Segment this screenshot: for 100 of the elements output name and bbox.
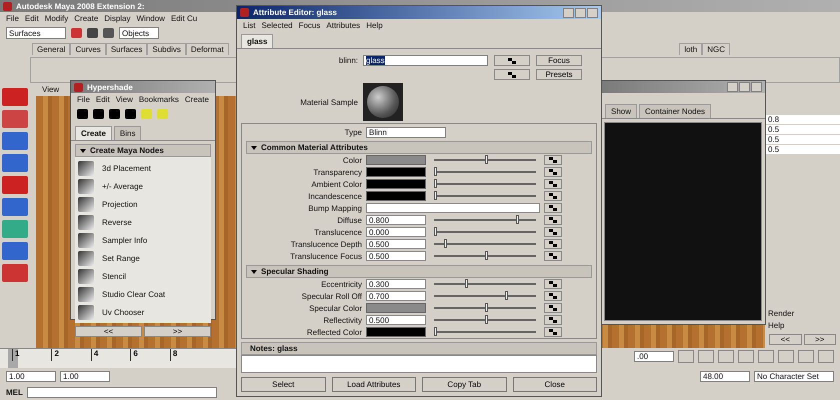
- shelf-tab[interactable]: NGC: [702, 43, 730, 55]
- presets-button[interactable]: Presets: [536, 69, 582, 80]
- window-title: Autodesk Maya 2008 Extension 2:: [16, 2, 144, 10]
- node-item[interactable]: 3d Placement: [102, 164, 151, 172]
- tab[interactable]: Bins: [114, 126, 142, 140]
- attribute-label: Color: [342, 156, 362, 164]
- menu-item[interactable]: Window: [136, 14, 165, 22]
- focus-button[interactable]: Focus: [536, 55, 582, 66]
- dialog-button[interactable]: Close: [512, 377, 597, 392]
- section-header[interactable]: Specular Shading: [246, 265, 592, 278]
- tab[interactable]: Create: [75, 126, 112, 140]
- panel-menu-item[interactable]: View: [42, 85, 60, 94]
- menu-item[interactable]: Focus: [298, 20, 320, 30]
- attribute-label: Reflected Color: [306, 328, 362, 336]
- nav-button[interactable]: <<: [75, 326, 142, 337]
- notes-header: Notes: glass: [241, 342, 597, 355]
- node-item[interactable]: +/- Average: [102, 182, 143, 190]
- menu-item[interactable]: Bookmarks: [138, 94, 179, 104]
- menu-item[interactable]: File: [6, 14, 19, 22]
- shelf-tab[interactable]: Surfaces: [106, 43, 148, 55]
- attribute-label: Ambient Color: [310, 180, 362, 188]
- tab[interactable]: glass: [241, 34, 274, 48]
- menu-item[interactable]: Help: [366, 20, 383, 30]
- nav-button[interactable]: >>: [144, 326, 211, 337]
- menu-set-dropdown[interactable]: Surfaces: [6, 27, 66, 39]
- shelf-tab[interactable]: Subdivs: [147, 43, 186, 55]
- command-label: MEL: [6, 388, 23, 396]
- value-field[interactable]: 0.500: [366, 251, 426, 261]
- menu-item[interactable]: Create: [74, 14, 98, 22]
- shelf-tab[interactable]: loth: [679, 43, 702, 55]
- value-field[interactable]: 0.700: [366, 291, 426, 301]
- tab[interactable]: Container Nodes: [639, 104, 712, 118]
- menu-item[interactable]: File: [77, 94, 90, 104]
- node-item[interactable]: Reverse: [102, 218, 132, 226]
- menu-item[interactable]: Display: [104, 14, 130, 22]
- attribute-label: Translucence Focus: [289, 252, 362, 260]
- material-sample-label: Material Sample: [299, 98, 359, 106]
- menu-item[interactable]: Edit Cu: [170, 14, 198, 22]
- value-field[interactable]: 0.300: [366, 279, 426, 289]
- node-item[interactable]: Stencil: [102, 272, 126, 280]
- node-item[interactable]: Sampler Info: [102, 236, 148, 244]
- dialog-button[interactable]: Load Attributes: [332, 377, 416, 392]
- attribute-label: Translucence: [313, 228, 362, 236]
- attribute-label: Incandescence: [307, 192, 362, 200]
- start-time-field[interactable]: 1.00: [6, 370, 56, 382]
- current-time-field[interactable]: .00: [634, 350, 674, 362]
- attribute-label: Reflectivity: [322, 316, 362, 324]
- section-header[interactable]: Create Maya Nodes: [75, 144, 211, 157]
- attribute-label: Translucence Depth: [290, 240, 362, 248]
- node-item[interactable]: Set Range: [102, 254, 140, 262]
- value-field[interactable]: 0.500: [366, 315, 426, 325]
- character-set-field[interactable]: No Character Set: [754, 370, 834, 382]
- value-field[interactable]: 0.800: [366, 215, 426, 225]
- menu-item[interactable]: Render: [765, 309, 840, 318]
- frame-tick: 6: [130, 349, 138, 361]
- node-name-field[interactable]: glass: [363, 55, 488, 66]
- nav-button[interactable]: <<: [769, 334, 802, 345]
- tab[interactable]: Show: [605, 104, 638, 118]
- attribute-label: Transparency: [312, 168, 362, 176]
- frame-tick: 1: [12, 349, 20, 361]
- selection-mode-field[interactable]: Objects: [119, 27, 159, 39]
- attribute-label: Specular Roll Off: [300, 292, 362, 300]
- dialog-button[interactable]: Copy Tab: [422, 377, 506, 392]
- menu-item[interactable]: Help: [765, 321, 840, 330]
- range-start-field[interactable]: 1.00: [60, 370, 110, 382]
- nav-button[interactable]: >>: [804, 334, 836, 345]
- shelf-tab[interactable]: Curves: [70, 43, 106, 55]
- menu-item[interactable]: List: [243, 20, 256, 30]
- attribute-label: Diffuse: [336, 216, 362, 224]
- attribute-label: Specular Color: [308, 304, 362, 312]
- menu-item[interactable]: Create: [184, 94, 209, 104]
- section-header[interactable]: Common Material Attributes: [246, 141, 592, 154]
- shelf-tab[interactable]: General: [32, 43, 70, 55]
- menu-item[interactable]: Edit: [24, 14, 39, 22]
- type-dropdown[interactable]: Blinn: [366, 126, 446, 138]
- menu-item[interactable]: Attributes: [326, 20, 360, 30]
- attribute-value: 0.5: [765, 145, 840, 154]
- attribute-label: Eccentricity: [320, 280, 362, 288]
- time-slider[interactable]: 1 2 4 6 8: [0, 348, 236, 368]
- menu-item[interactable]: Modify: [44, 14, 68, 22]
- type-label: Type: [344, 128, 362, 136]
- window-title: Hypershade: [87, 82, 133, 92]
- attribute-value: 0.8: [765, 115, 840, 124]
- attribute-label: Bump Mapping: [307, 204, 362, 212]
- attribute-value: 0.5: [765, 135, 840, 144]
- node-item[interactable]: Studio Clear Coat: [102, 290, 166, 298]
- node-type-label: blinn:: [338, 56, 359, 65]
- node-item[interactable]: Projection: [102, 200, 138, 208]
- menu-item[interactable]: View: [116, 94, 133, 104]
- dialog-button[interactable]: Select: [241, 377, 326, 392]
- menu-item[interactable]: Selected: [261, 20, 293, 30]
- frame-tick: 2: [51, 349, 59, 361]
- range-end-field[interactable]: 48.00: [700, 370, 750, 382]
- shelf-tab[interactable]: Deformat: [186, 43, 229, 55]
- frame-tick: 4: [90, 349, 98, 361]
- value-field[interactable]: 0.000: [366, 227, 426, 237]
- attribute-value: 0.5: [765, 125, 840, 134]
- node-item[interactable]: Uv Chooser: [102, 308, 144, 316]
- value-field[interactable]: 0.500: [366, 239, 426, 249]
- menu-item[interactable]: Edit: [96, 94, 110, 104]
